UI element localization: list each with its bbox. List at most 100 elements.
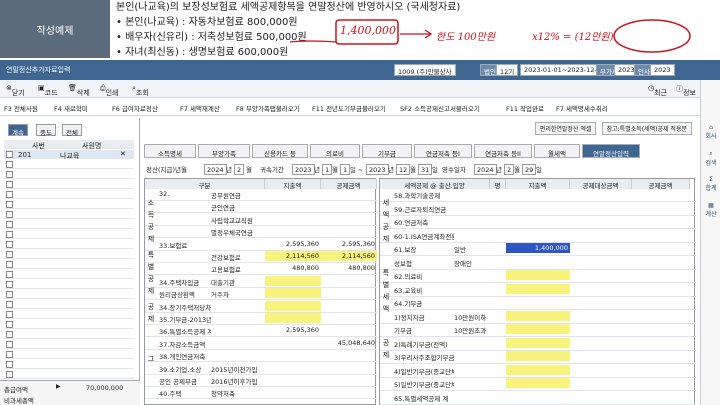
lrow-deduct-1[interactable] bbox=[321, 201, 377, 211]
rrow-credit-9[interactable] bbox=[632, 311, 690, 321]
reference-button[interactable]: 참고:특별소득(세액)공제 적용분 bbox=[601, 122, 692, 135]
lrow-spent-6[interactable]: 480,800 bbox=[265, 263, 321, 273]
lrow-deduct-2[interactable] bbox=[321, 214, 377, 224]
rcpt-year[interactable]: 2024 bbox=[474, 164, 497, 175]
rrow-credit-11[interactable] bbox=[632, 338, 690, 348]
lrow-deduct-7[interactable] bbox=[321, 276, 377, 286]
info-button[interactable]: ⓘ 정보 bbox=[676, 84, 696, 97]
rrow-credit-8[interactable] bbox=[632, 297, 690, 307]
lrow-deduct-11[interactable] bbox=[321, 325, 377, 335]
tab-pension-2[interactable]: 연금저축 등II bbox=[474, 144, 532, 158]
rrow-target-5[interactable] bbox=[570, 257, 632, 267]
lrow-spent-15[interactable] bbox=[265, 375, 321, 385]
lrow-deduct-5[interactable]: 2,114,560 bbox=[321, 251, 377, 261]
side-company[interactable]: ⌂ 회사 bbox=[701, 124, 720, 140]
query-button[interactable]: ⌕ 조회 bbox=[132, 84, 149, 97]
lrow-spent-11[interactable]: 2,595,360 bbox=[265, 325, 321, 335]
lrow-spent-13[interactable] bbox=[265, 350, 321, 360]
tab-midterm[interactable]: 중도 bbox=[36, 124, 56, 137]
tab-credit-card[interactable]: 신용카드 등 bbox=[252, 144, 308, 158]
code-button[interactable]: ▣ 코드 bbox=[38, 84, 58, 97]
rrow-target-4[interactable] bbox=[570, 243, 632, 253]
lrow-deduct-4[interactable]: 2,595,360 bbox=[321, 239, 377, 249]
fn-button-6[interactable]: F11 전년도기부금불러오기 bbox=[312, 103, 386, 113]
fn-button-7[interactable]: SF2 소득공제신고서불러오기 bbox=[400, 103, 480, 113]
lrow-spent-12[interactable] bbox=[265, 338, 321, 348]
rrow-credit-4[interactable] bbox=[632, 243, 690, 253]
rrow-spent-9[interactable] bbox=[506, 310, 570, 321]
fn-button-4[interactable]: F7 세액재계산 bbox=[180, 103, 220, 113]
to-month[interactable]: 12 bbox=[396, 164, 411, 175]
lrow-spent-14[interactable] bbox=[265, 363, 321, 373]
lrow-deduct-16[interactable] bbox=[321, 387, 377, 397]
rrow-spent-12[interactable] bbox=[506, 351, 570, 361]
lrow-deduct-8[interactable] bbox=[321, 288, 377, 298]
rrow-target-6[interactable] bbox=[570, 270, 632, 280]
tab-donation[interactable]: 기부금 bbox=[362, 144, 412, 158]
rrow-credit-13[interactable] bbox=[632, 365, 690, 375]
to-day[interactable]: 31 bbox=[418, 164, 433, 175]
fn-button-9[interactable]: F7 세액명세수취리 bbox=[556, 103, 608, 113]
tab-rent[interactable]: 월세액 bbox=[534, 144, 580, 158]
delete-button[interactable]: 🗑 삭제 bbox=[68, 84, 90, 97]
rrow-target-0[interactable] bbox=[570, 189, 632, 199]
lrow-spent-9[interactable] bbox=[265, 300, 321, 311]
rrow-spent-2[interactable] bbox=[506, 216, 570, 226]
from-day[interactable]: 1 bbox=[340, 164, 351, 175]
rrow-spent-6[interactable] bbox=[506, 270, 570, 280]
lrow-spent-16[interactable] bbox=[265, 387, 321, 397]
lrow-spent-0[interactable] bbox=[265, 189, 321, 199]
rrow-spent-13[interactable] bbox=[506, 364, 570, 375]
tab-income[interactable]: 소득명세 bbox=[144, 144, 196, 158]
rrow-credit-0[interactable] bbox=[632, 189, 690, 199]
lrow-spent-3[interactable] bbox=[265, 226, 321, 236]
play-icon[interactable]: ▶ bbox=[56, 383, 61, 390]
from-month[interactable]: 1 bbox=[322, 164, 333, 175]
rrow-credit-5[interactable] bbox=[632, 257, 690, 267]
rrow-target-2[interactable] bbox=[570, 216, 632, 226]
excel-button[interactable]: 편리한연말정산 엑셀 bbox=[534, 122, 597, 135]
lrow-deduct-10[interactable] bbox=[321, 313, 377, 323]
rrow-spent-14[interactable] bbox=[506, 378, 570, 388]
tab-all[interactable]: 전체 bbox=[62, 124, 82, 137]
lrow-deduct-12[interactable]: 45,048,640 bbox=[321, 338, 377, 348]
lrow-spent-4[interactable]: 2,595,360 bbox=[265, 239, 321, 249]
rrow-credit-12[interactable] bbox=[632, 351, 690, 361]
rrow-credit-10[interactable] bbox=[632, 324, 690, 334]
lrow-deduct-3[interactable] bbox=[321, 226, 377, 236]
lrow-deduct-0[interactable] bbox=[321, 189, 377, 199]
rrow-target-12[interactable] bbox=[570, 351, 632, 361]
rrow-spent-15[interactable] bbox=[506, 392, 570, 402]
rrow-target-13[interactable] bbox=[570, 365, 632, 375]
rrow-credit-15[interactable] bbox=[632, 392, 690, 402]
pay-month[interactable]: 2 bbox=[234, 164, 245, 175]
lrow-spent-5[interactable]: 2,114,560 bbox=[265, 251, 321, 261]
rrow-target-3[interactable] bbox=[570, 230, 632, 240]
lrow-deduct-9[interactable] bbox=[321, 301, 377, 311]
lrow-spent-2[interactable] bbox=[265, 214, 321, 224]
rrow-spent-8[interactable] bbox=[506, 297, 570, 307]
rrow-target-7[interactable] bbox=[570, 284, 632, 294]
rrow-target-10[interactable] bbox=[570, 324, 632, 334]
lrow-spent-10[interactable] bbox=[265, 313, 321, 323]
rrow-credit-2[interactable] bbox=[632, 216, 690, 226]
rrow-target-11[interactable] bbox=[570, 338, 632, 348]
fn-button-1[interactable]: F3 전체사원 bbox=[4, 103, 38, 113]
side-sum[interactable]: Σ 합계 bbox=[701, 176, 720, 192]
fn-button-5[interactable]: F8 부양가족탭불러오기 bbox=[236, 103, 300, 113]
rrow-spent-10[interactable] bbox=[506, 324, 570, 334]
rrow-spent-5[interactable] bbox=[506, 257, 570, 267]
side-calc[interactable]: ▦ 계산 bbox=[701, 202, 720, 218]
rrow-credit-6[interactable] bbox=[632, 270, 690, 280]
tab-settlement[interactable]: 연말정산입력 bbox=[582, 144, 640, 158]
lrow-deduct-14[interactable] bbox=[321, 363, 377, 373]
rrow-credit-1[interactable] bbox=[632, 203, 690, 213]
rrow-credit-7[interactable] bbox=[632, 284, 690, 294]
tab-pension-1[interactable]: 연금저축 등I bbox=[414, 144, 472, 158]
lrow-spent-8[interactable] bbox=[265, 288, 321, 299]
fn-button-2[interactable]: F4 새로학미 bbox=[54, 103, 88, 113]
rrow-spent-7[interactable] bbox=[506, 283, 570, 294]
rrow-spent-4[interactable]: 1,400,000 bbox=[506, 243, 570, 253]
rcpt-day[interactable]: 29 bbox=[522, 164, 537, 175]
close-button[interactable]: ⊗ 닫기 bbox=[6, 84, 25, 97]
